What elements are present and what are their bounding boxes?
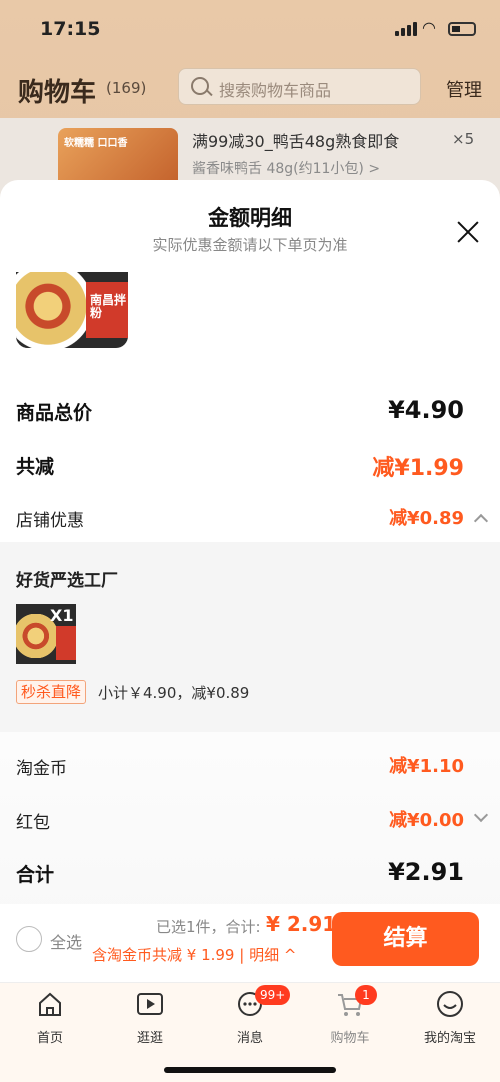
product-sku[interactable]: 酱香味鸭舌 48g(约11小包) >: [192, 158, 380, 178]
tab-cart[interactable]: 1 购物车: [310, 985, 390, 1046]
checkout-button[interactable]: 结算: [332, 912, 479, 966]
status-bar: 17:15 ◠: [0, 0, 500, 58]
bottom-tab-bar: 首页 逛逛 99+ 消息 1 购物车 我的淘宝: [0, 982, 500, 1082]
cart-header: 购物车 (169) 搜索购物车商品 管理: [0, 60, 500, 116]
close-icon[interactable]: [456, 220, 480, 244]
home-indicator: [164, 1067, 336, 1073]
home-icon: [35, 989, 65, 1019]
amount-detail-sheet: 金额明细 实际优惠金额请以下单页为准 南昌拌粉 商品总价 ¥4.90 共减 减¥…: [0, 180, 500, 982]
battery-icon: [448, 22, 476, 36]
chat-icon: 99+: [235, 985, 291, 1019]
chevron-down-icon[interactable]: [473, 807, 489, 823]
coin-label: 淘金币: [16, 759, 67, 779]
store-discount-label: 店铺优惠: [16, 511, 84, 531]
tab-messages[interactable]: 99+ 消息: [210, 985, 291, 1046]
shop-name: 好货严选工厂: [16, 571, 118, 591]
checkout-total: ¥ 2.91: [266, 912, 337, 936]
tab-label: 逛逛: [136, 1031, 163, 1046]
tab-home[interactable]: 首页: [10, 989, 90, 1046]
manage-button[interactable]: 管理: [446, 76, 482, 102]
search-icon: [191, 77, 209, 95]
search-placeholder: 搜索购物车商品: [219, 81, 332, 100]
status-time: 17:15: [40, 18, 101, 40]
row-total-price: 商品总价 ¥4.90: [0, 392, 500, 432]
search-input[interactable]: 搜索购物车商品: [178, 68, 421, 105]
coin-value: 减¥1.10: [389, 756, 464, 777]
shop-product-image: X1: [16, 604, 76, 664]
product-box-text: 南昌拌粉: [90, 293, 127, 320]
thumbnail-text: 软糯糯 口口香: [64, 138, 128, 149]
select-all-label[interactable]: 全选: [50, 929, 82, 953]
tab-label: 我的淘宝: [423, 1031, 476, 1046]
reduction-value: 减¥1.99: [372, 456, 464, 481]
play-icon: [135, 989, 165, 1019]
messages-badge: 99+: [255, 985, 291, 1005]
product-image: 南昌拌粉: [16, 272, 128, 348]
tab-browse[interactable]: 逛逛: [110, 989, 190, 1046]
page-title: 购物车: [18, 78, 97, 108]
sheet-subtitle: 实际优惠金额请以下单页为准: [152, 236, 348, 254]
row-store-discount[interactable]: 店铺优惠 减¥0.89: [0, 500, 500, 540]
sum-label: 合计: [16, 864, 55, 886]
total-price-label: 商品总价: [16, 402, 93, 424]
cart-count: (169): [106, 79, 147, 97]
shop-discount-panel: 好货严选工厂 X1 秒杀直降 小计￥4.90，减¥0.89: [0, 542, 500, 732]
sum-value: ¥2.91: [388, 858, 464, 886]
coin-reduction-detail-link[interactable]: 含淘金币共减 ¥ 1.99 | 明细 ^: [92, 944, 296, 965]
tab-label: 消息: [236, 1031, 263, 1046]
sheet-title: 金额明细: [208, 206, 292, 230]
row-hongbao[interactable]: 红包 减¥0.00: [0, 802, 500, 842]
hongbao-label: 红包: [16, 813, 50, 833]
smile-icon: [435, 989, 465, 1019]
product-name: 满99减30_鸭舌48g熟食即食: [192, 132, 400, 151]
reduction-label: 共减: [16, 456, 55, 478]
shop-subtotal: 小计￥4.90，减¥0.89: [98, 684, 250, 702]
hongbao-value: 减¥0.00: [389, 810, 464, 831]
tab-label: 首页: [36, 1031, 63, 1046]
total-price-value: ¥4.90: [388, 396, 464, 424]
checkout-bar: 全选 已选1件，合计: ¥ 2.91 含淘金币共减 ¥ 1.99 | 明细 ^ …: [0, 904, 500, 982]
cart-icon: 1: [335, 985, 377, 1019]
row-taojinbi: 淘金币 减¥1.10: [0, 748, 500, 788]
product-quantity: ×5: [452, 130, 475, 148]
tab-label: 购物车: [330, 1031, 370, 1046]
store-discount-value: 减¥0.89: [389, 508, 464, 529]
promo-tag: 秒杀直降: [16, 680, 87, 704]
quantity-badge: X1: [50, 606, 74, 625]
signal-icon: [395, 22, 417, 36]
row-total-reduction: 共减 减¥1.99: [0, 446, 500, 486]
wifi-icon: ◠: [422, 18, 436, 37]
chosen-summary: 已选1件，合计:: [156, 918, 261, 936]
cart-badge: 1: [355, 985, 377, 1005]
tab-my-taobao[interactable]: 我的淘宝: [410, 989, 490, 1046]
chevron-up-icon[interactable]: [473, 513, 489, 529]
row-sum: 合计 ¥2.91: [0, 854, 500, 894]
select-all-checkbox[interactable]: [16, 926, 42, 952]
